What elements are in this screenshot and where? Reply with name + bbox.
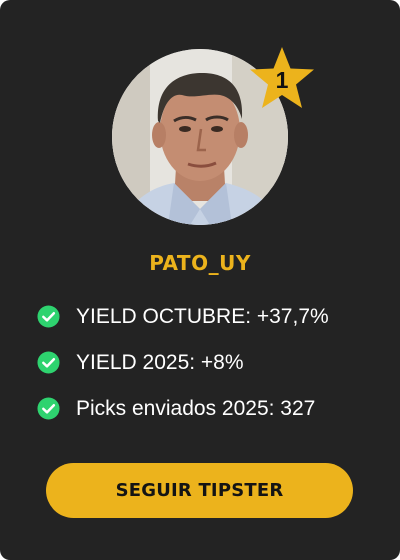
stat-text: Picks enviados 2025: 327 [76, 396, 316, 420]
tipster-username: PATO_UY [149, 251, 251, 275]
stat-item: YIELD 2025: +8% [37, 347, 387, 378]
rank-number: 1 [275, 67, 289, 93]
check-circle-icon [37, 305, 60, 328]
tipster-card: 1 PATO_UY YIELD OCTUBRE: +37,7% YIELD 202… [0, 0, 400, 560]
follow-tipster-button[interactable]: SEGUIR TIPSTER [46, 463, 353, 518]
check-circle-icon [37, 397, 60, 420]
check-circle-icon [37, 351, 60, 374]
stat-item: YIELD OCTUBRE: +37,7% [37, 301, 387, 332]
stats-list: YIELD OCTUBRE: +37,7% YIELD 2025: +8% Pick… [37, 301, 387, 439]
stat-text: YIELD 2025: +8% [76, 350, 244, 374]
rank-badge: 1 [249, 46, 315, 110]
stat-text: YIELD OCTUBRE: +37,7% [76, 304, 329, 328]
stat-item: Picks enviados 2025: 327 [37, 393, 387, 424]
